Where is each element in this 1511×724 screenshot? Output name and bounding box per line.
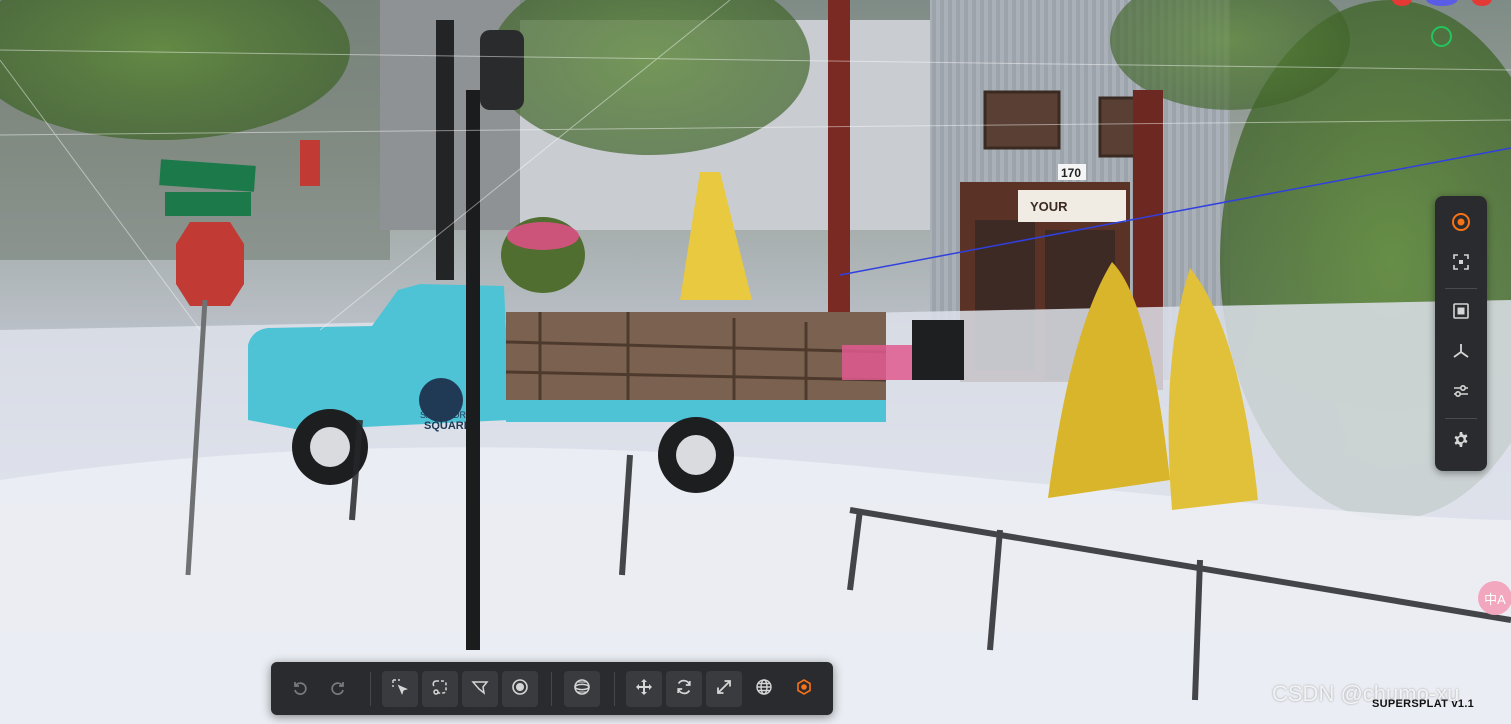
right-toolbar bbox=[1435, 196, 1487, 471]
redo-icon bbox=[330, 678, 348, 701]
translate-bubble[interactable]: 中A bbox=[1478, 581, 1511, 615]
app-version-label: SUPERSPLAT v1.1 bbox=[1372, 698, 1475, 710]
brush-select-button[interactable] bbox=[502, 671, 538, 707]
frame-selection-button[interactable] bbox=[1445, 248, 1477, 280]
polygon-select-button[interactable] bbox=[462, 671, 498, 707]
scale-tool-button[interactable] bbox=[706, 671, 742, 707]
brush-select-icon bbox=[511, 678, 529, 701]
bounding-box-button[interactable] bbox=[1445, 297, 1477, 329]
pivot-icon bbox=[795, 678, 813, 701]
gizmo-ring[interactable] bbox=[1431, 26, 1452, 47]
camera-focus-button[interactable] bbox=[1445, 208, 1477, 240]
rotate-icon bbox=[675, 678, 693, 701]
gear-icon bbox=[1451, 430, 1471, 455]
settings-button[interactable] bbox=[1445, 426, 1477, 458]
target-icon bbox=[1451, 212, 1471, 237]
view-options-button[interactable] bbox=[1445, 377, 1477, 409]
rotate-tool-button[interactable] bbox=[666, 671, 702, 707]
toolbar-divider bbox=[370, 672, 371, 706]
redo-button[interactable] bbox=[321, 671, 357, 707]
move-icon bbox=[635, 678, 653, 701]
storefront-number: 170 bbox=[1061, 166, 1081, 180]
toolbar-divider bbox=[1445, 288, 1477, 289]
axes-button[interactable] bbox=[1445, 337, 1477, 369]
scene-render: YOUR 170 SAN PEDRO SQUARE bbox=[0, 0, 1511, 724]
scale-icon bbox=[715, 678, 733, 701]
sphere-select-icon bbox=[573, 678, 591, 701]
sphere-select-button[interactable] bbox=[564, 671, 600, 707]
undo-icon bbox=[290, 678, 308, 701]
frame-selection-icon bbox=[1451, 252, 1471, 277]
world-space-toggle[interactable] bbox=[746, 671, 782, 707]
bounding-box-icon bbox=[1451, 301, 1471, 326]
lasso-select-icon bbox=[431, 678, 449, 701]
picker-select-button[interactable] bbox=[382, 671, 418, 707]
splat-viewport[interactable]: YOUR 170 SAN PEDRO SQUARE bbox=[0, 0, 1511, 724]
lasso-select-button[interactable] bbox=[422, 671, 458, 707]
toolbar-divider bbox=[551, 672, 552, 706]
axes-icon bbox=[1451, 341, 1471, 366]
truck-door-text-2: SQUARE bbox=[424, 420, 471, 432]
pivot-toggle[interactable] bbox=[786, 671, 822, 707]
world-space-icon bbox=[755, 678, 773, 701]
polygon-select-icon bbox=[471, 678, 489, 701]
picker-select-icon bbox=[391, 678, 409, 701]
bottom-toolbar bbox=[271, 662, 833, 715]
storefront-sign: YOUR bbox=[1030, 199, 1068, 214]
sliders-icon bbox=[1451, 381, 1471, 406]
toolbar-divider bbox=[1445, 418, 1477, 419]
undo-button[interactable] bbox=[281, 671, 317, 707]
toolbar-divider bbox=[614, 672, 615, 706]
move-tool-button[interactable] bbox=[626, 671, 662, 707]
truck-door-text: SAN PEDRO bbox=[420, 410, 473, 420]
